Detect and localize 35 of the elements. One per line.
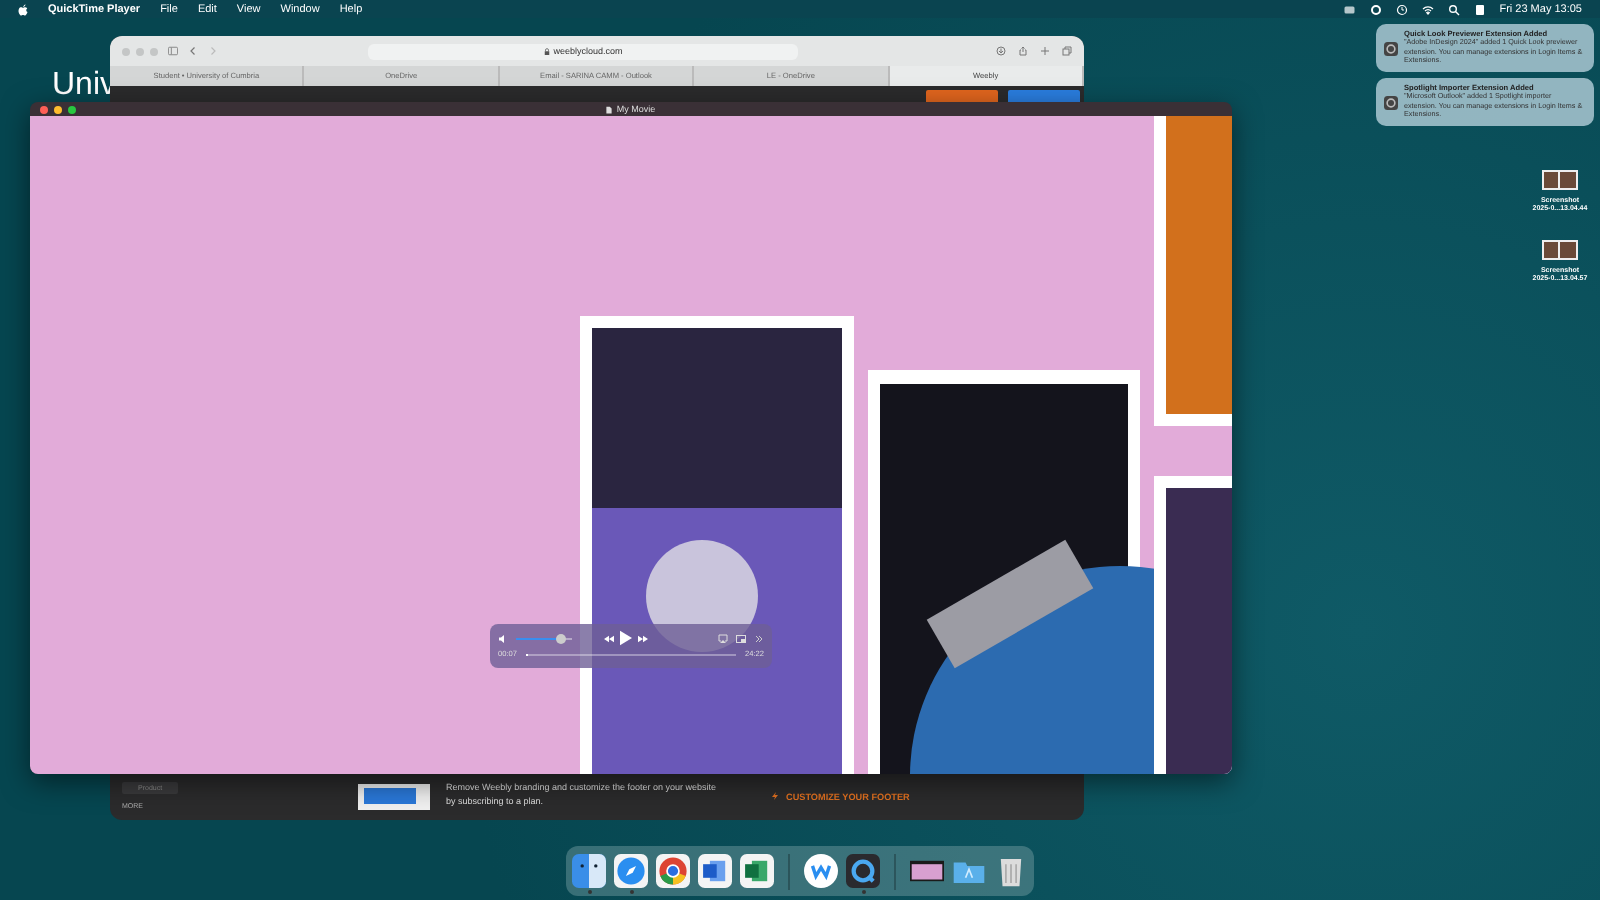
- sidebar-icon[interactable]: [168, 46, 178, 56]
- file-thumbnail[interactable]: [1541, 240, 1578, 260]
- document-icon: [606, 105, 613, 113]
- document-icon[interactable]: [698, 854, 732, 888]
- quicktime-icon[interactable]: [846, 854, 880, 888]
- bolt-icon: [772, 792, 778, 800]
- search-icon[interactable]: [1447, 3, 1460, 15]
- weebly-icon[interactable]: [804, 854, 838, 888]
- spreadsheet-icon[interactable]: [740, 854, 774, 888]
- apple-icon[interactable]: [18, 3, 28, 15]
- airplay-icon[interactable]: [718, 633, 728, 643]
- clock-icon[interactable]: [1395, 3, 1408, 15]
- zoom-button[interactable]: [68, 105, 76, 113]
- finder-icon[interactable]: [572, 854, 606, 888]
- download-icon[interactable]: [996, 46, 1006, 56]
- picture-in-picture-icon[interactable]: [736, 633, 746, 643]
- more-icon[interactable]: [754, 633, 764, 643]
- battery-icon[interactable]: [1343, 3, 1356, 15]
- speaker-icon[interactable]: [498, 633, 508, 643]
- minimize-button[interactable]: [54, 105, 62, 113]
- tabs-icon[interactable]: [1062, 46, 1072, 56]
- footer-thumbnail: [358, 783, 430, 809]
- compass-icon[interactable]: [614, 854, 648, 888]
- chrome-icon[interactable]: [656, 854, 690, 888]
- wifi-icon[interactable]: [1421, 3, 1434, 15]
- share-icon[interactable]: [1018, 46, 1028, 56]
- play-icon[interactable]: [620, 630, 632, 646]
- close-button[interactable]: [40, 105, 48, 113]
- fast-forward-icon[interactable]: [638, 633, 648, 643]
- back-icon[interactable]: [188, 46, 198, 56]
- plus-icon[interactable]: [1040, 46, 1050, 56]
- control-center-icon[interactable]: [1473, 3, 1486, 15]
- lock-icon: [543, 47, 550, 55]
- rewind-icon[interactable]: [604, 633, 614, 643]
- file-thumbnail[interactable]: [1541, 170, 1578, 190]
